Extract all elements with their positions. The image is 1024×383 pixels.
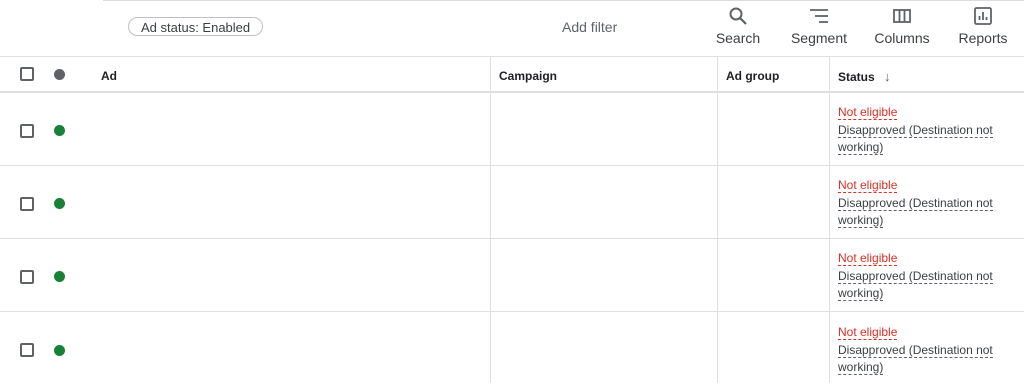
segment-button[interactable]: Segment [788, 6, 850, 46]
column-header-ad-group[interactable]: Ad group [726, 69, 779, 83]
status-not-eligible-link[interactable]: Not eligible [838, 325, 898, 340]
column-header-campaign[interactable]: Campaign [499, 69, 557, 83]
status-not-eligible-link[interactable]: Not eligible [838, 178, 898, 193]
columns-label: Columns [874, 30, 930, 46]
column-divider [490, 93, 491, 165]
select-all-checkbox[interactable] [20, 67, 34, 81]
row-checkbox[interactable] [20, 270, 34, 284]
reports-label: Reports [958, 30, 1008, 46]
enabled-status-dot-icon [54, 345, 65, 356]
status-reason-line-2: working) [838, 286, 884, 301]
status-reason[interactable]: Disapproved (Destination not working) [838, 268, 998, 302]
row-checkbox[interactable] [20, 343, 34, 357]
search-label: Search [715, 30, 761, 46]
status-reason[interactable]: Disapproved (Destination not working) [838, 195, 998, 229]
status-reason-line-1: Disapproved (Destination not [838, 343, 993, 358]
column-divider [490, 57, 491, 91]
status-reason[interactable]: Disapproved (Destination not working) [838, 342, 998, 376]
status-reason-line-1: Disapproved (Destination not [838, 269, 993, 284]
column-header-ad[interactable]: Ad [101, 69, 117, 83]
table-row: Not eligible Disapproved (Destination no… [0, 239, 1024, 312]
column-header-status[interactable]: Status ↓ [838, 69, 891, 84]
columns-button[interactable]: Columns [871, 6, 933, 46]
column-divider [717, 239, 718, 311]
column-divider [717, 93, 718, 165]
enabled-status-dot-icon [54, 271, 65, 282]
reports-button[interactable]: Reports [955, 6, 1011, 46]
columns-icon [893, 9, 911, 23]
column-divider [490, 166, 491, 238]
column-divider [490, 239, 491, 311]
column-divider [717, 312, 718, 383]
table-row: Not eligible Disapproved (Destination no… [0, 93, 1024, 166]
table-row: Not eligible Disapproved (Destination no… [0, 166, 1024, 239]
column-divider [829, 312, 830, 383]
column-divider [829, 166, 830, 238]
enabled-status-dot-icon [54, 198, 65, 209]
segment-icon [810, 9, 828, 23]
status-reason-line-2: working) [838, 213, 884, 228]
status-reason-line-1: Disapproved (Destination not [838, 196, 993, 211]
search-icon [729, 7, 747, 25]
status-header-label: Status [838, 70, 875, 84]
filter-chip-ad-status[interactable]: Ad status: Enabled [128, 17, 264, 36]
status-column-dot-icon [54, 69, 65, 80]
status-reason[interactable]: Disapproved (Destination not working) [838, 122, 998, 156]
add-filter-button[interactable]: Add filter [562, 19, 617, 35]
column-divider [829, 93, 830, 165]
status-reason-line-1: Disapproved (Destination not [838, 123, 993, 138]
row-checkbox[interactable] [20, 124, 34, 138]
row-checkbox[interactable] [20, 197, 34, 211]
column-divider [717, 57, 718, 91]
segment-label: Segment [790, 30, 848, 46]
search-button[interactable]: Search [713, 6, 763, 46]
column-divider [490, 312, 491, 383]
column-divider [829, 57, 830, 91]
status-reason-line-2: working) [838, 360, 884, 375]
sort-arrow-down-icon: ↓ [884, 69, 891, 84]
column-divider [717, 166, 718, 238]
column-divider [829, 239, 830, 311]
status-not-eligible-link[interactable]: Not eligible [838, 105, 898, 120]
toolbar: Ad status: Enabled Add filter Search Seg… [0, 0, 1024, 56]
reports-icon [974, 7, 992, 25]
table-header-row: Ad Campaign Ad group Status ↓ [0, 56, 1024, 93]
enabled-status-dot-icon [54, 125, 65, 136]
table-row: Not eligible Disapproved (Destination no… [0, 312, 1024, 383]
status-reason-line-2: working) [838, 140, 884, 155]
status-not-eligible-link[interactable]: Not eligible [838, 251, 898, 266]
